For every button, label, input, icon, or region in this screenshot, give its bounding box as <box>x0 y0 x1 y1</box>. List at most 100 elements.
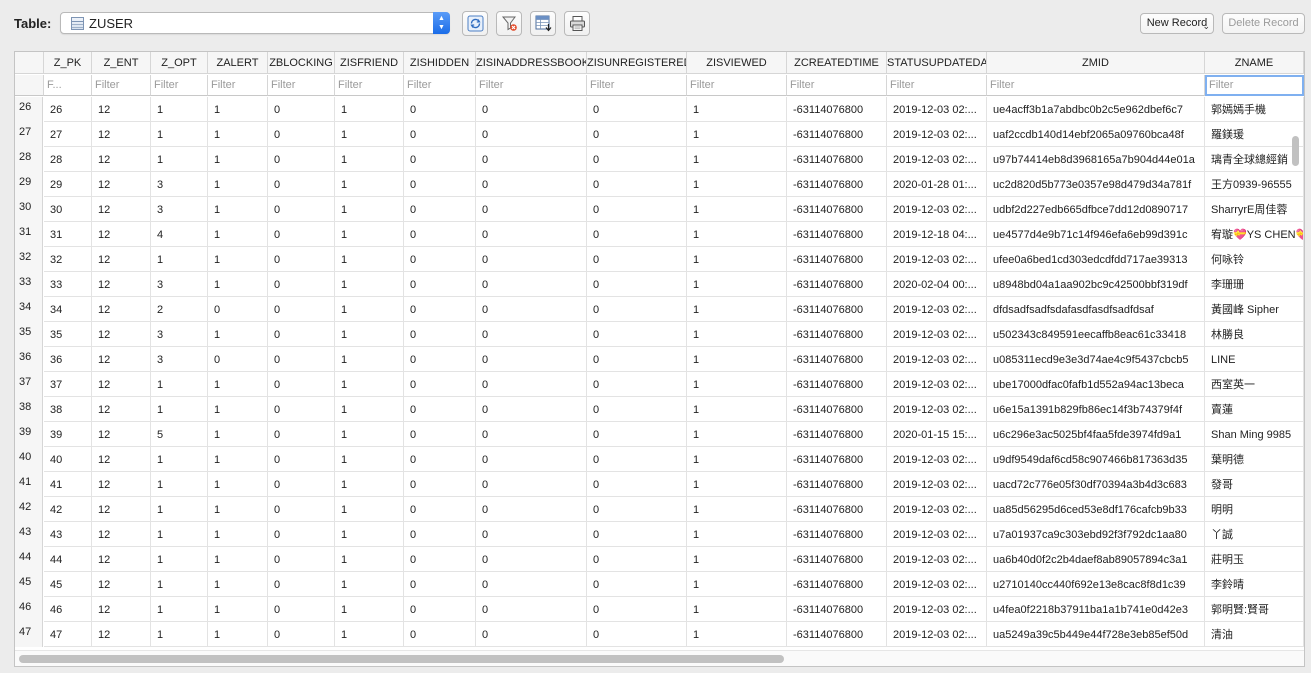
row-number[interactable]: 37 <box>15 372 43 397</box>
table-cell[interactable]: 0 <box>404 197 476 222</box>
table-cell[interactable]: 1 <box>208 397 268 422</box>
table-cell[interactable]: 0 <box>268 572 335 597</box>
table-cell[interactable]: 0 <box>476 597 587 622</box>
table-cell[interactable]: dfdsadfsadfsdafasdfasdfsadfdsaf <box>987 297 1205 322</box>
table-cell[interactable]: -63114076800 <box>787 97 887 122</box>
table-cell[interactable]: u9df9549daf6cd58c907466b817363d35 <box>987 447 1205 472</box>
row-number[interactable]: 41 <box>15 472 43 497</box>
table-cell[interactable]: u2710140cc440f692e13e8cac8f8d1c39 <box>987 572 1205 597</box>
table-cell[interactable]: -63114076800 <box>787 547 887 572</box>
table-cell[interactable]: udbf2d227edb665dfbce7dd12d0890717 <box>987 197 1205 222</box>
filter-input[interactable]: Filter <box>687 75 787 96</box>
table-cell[interactable]: Shan Ming 9985 <box>1205 422 1304 447</box>
vertical-scroll-thumb[interactable] <box>1292 136 1299 166</box>
filter-input[interactable]: Filter <box>268 75 335 96</box>
table-cell[interactable]: 12 <box>92 322 151 347</box>
column-header[interactable]: ZNAME <box>1205 52 1304 74</box>
table-cell[interactable]: 西室英一 <box>1205 372 1304 397</box>
table-cell[interactable]: 1 <box>335 272 404 297</box>
table-cell[interactable]: 26 <box>44 97 92 122</box>
table-cell[interactable]: u8948bd04a1aa902bc9c42500bbf319df <box>987 272 1205 297</box>
table-cell[interactable]: 12 <box>92 347 151 372</box>
table-cell[interactable]: 0 <box>476 347 587 372</box>
table-cell[interactable]: 12 <box>92 297 151 322</box>
table-cell[interactable]: 12 <box>92 497 151 522</box>
table-cell[interactable]: 1 <box>335 97 404 122</box>
table-cell[interactable]: 明明 <box>1205 497 1304 522</box>
table-cell[interactable]: 12 <box>92 122 151 147</box>
table-cell[interactable]: 2019-12-03 02:... <box>887 322 987 347</box>
table-cell[interactable]: 2019-12-03 02:... <box>887 372 987 397</box>
table-cell[interactable]: -63114076800 <box>787 297 887 322</box>
table-cell[interactable]: 李珊珊 <box>1205 272 1304 297</box>
row-number[interactable]: 27 <box>15 122 43 147</box>
column-header[interactable]: Z_OPT <box>151 52 208 74</box>
table-cell[interactable]: 12 <box>92 522 151 547</box>
table-cell[interactable]: 0 <box>476 122 587 147</box>
table-cell[interactable]: 1 <box>151 247 208 272</box>
table-cell[interactable]: -63114076800 <box>787 522 887 547</box>
table-cell[interactable]: 1 <box>335 497 404 522</box>
table-cell[interactable]: 0 <box>404 547 476 572</box>
table-cell[interactable]: 1 <box>687 547 787 572</box>
table-cell[interactable]: -63114076800 <box>787 247 887 272</box>
table-cell[interactable]: 0 <box>268 497 335 522</box>
table-cell[interactable]: 1 <box>687 447 787 472</box>
table-cell[interactable]: 1 <box>335 222 404 247</box>
table-cell[interactable]: 0 <box>268 372 335 397</box>
table-cell[interactable]: 0 <box>268 172 335 197</box>
table-cell[interactable]: 34 <box>44 297 92 322</box>
table-cell[interactable]: 1 <box>208 472 268 497</box>
table-cell[interactable]: 1 <box>335 322 404 347</box>
table-cell[interactable]: uacd72c776e05f30df70394a3b4d3c683 <box>987 472 1205 497</box>
table-cell[interactable]: 1 <box>335 172 404 197</box>
table-cell[interactable]: 12 <box>92 197 151 222</box>
table-cell[interactable]: 1 <box>208 497 268 522</box>
table-cell[interactable]: 1 <box>687 572 787 597</box>
table-cell[interactable]: 47 <box>44 622 92 647</box>
row-number[interactable]: 34 <box>15 297 43 322</box>
table-cell[interactable]: 1 <box>687 422 787 447</box>
column-header[interactable]: ZMID <box>987 52 1205 74</box>
table-cell[interactable]: 1 <box>208 422 268 447</box>
table-cell[interactable]: 林勝良 <box>1205 322 1304 347</box>
table-cell[interactable]: 2019-12-03 02:... <box>887 347 987 372</box>
table-cell[interactable]: 2019-12-03 02:... <box>887 247 987 272</box>
table-cell[interactable]: -63114076800 <box>787 272 887 297</box>
table-cell[interactable]: 1 <box>208 622 268 647</box>
table-cell[interactable]: 27 <box>44 122 92 147</box>
table-cell[interactable]: 1 <box>687 297 787 322</box>
table-cell[interactable]: 0 <box>268 222 335 247</box>
table-cell[interactable]: 0 <box>268 322 335 347</box>
table-cell[interactable]: 12 <box>92 247 151 272</box>
filter-input[interactable]: Filter <box>476 75 587 96</box>
table-cell[interactable]: 0 <box>476 272 587 297</box>
table-cell[interactable]: u502343c849591eecaffb8eac61c33418 <box>987 322 1205 347</box>
table-cell[interactable]: 0 <box>404 572 476 597</box>
table-cell[interactable]: 0 <box>587 322 687 347</box>
table-cell[interactable]: 1 <box>335 622 404 647</box>
table-cell[interactable]: -63114076800 <box>787 572 887 597</box>
table-cell[interactable]: 0 <box>404 172 476 197</box>
table-cell[interactable]: 0 <box>268 247 335 272</box>
column-header[interactable]: ZBLOCKING <box>268 52 335 74</box>
table-cell[interactable]: u6c296e3ac5025bf4faa5fde3974fd9a1 <box>987 422 1205 447</box>
table-cell[interactable]: 0 <box>268 422 335 447</box>
table-cell[interactable]: 1 <box>151 472 208 497</box>
table-cell[interactable]: 0 <box>404 597 476 622</box>
vertical-scrollbar[interactable] <box>1291 96 1301 646</box>
table-cell[interactable]: 莊明玉 <box>1205 547 1304 572</box>
table-cell[interactable]: 35 <box>44 322 92 347</box>
table-cell[interactable]: 44 <box>44 547 92 572</box>
table-cell[interactable]: 1 <box>687 147 787 172</box>
table-cell[interactable]: 1 <box>151 447 208 472</box>
table-cell[interactable]: 31 <box>44 222 92 247</box>
table-cell[interactable]: 0 <box>587 297 687 322</box>
table-cell[interactable]: 0 <box>268 547 335 572</box>
table-cell[interactable]: 2019-12-03 02:... <box>887 522 987 547</box>
table-cell[interactable]: 黃國峰 Sipher <box>1205 297 1304 322</box>
column-header[interactable]: ZISHIDDEN <box>404 52 476 74</box>
row-number[interactable]: 33 <box>15 272 43 297</box>
column-header[interactable]: ZCREATEDTIME <box>787 52 887 74</box>
table-cell[interactable]: 2019-12-03 02:... <box>887 572 987 597</box>
